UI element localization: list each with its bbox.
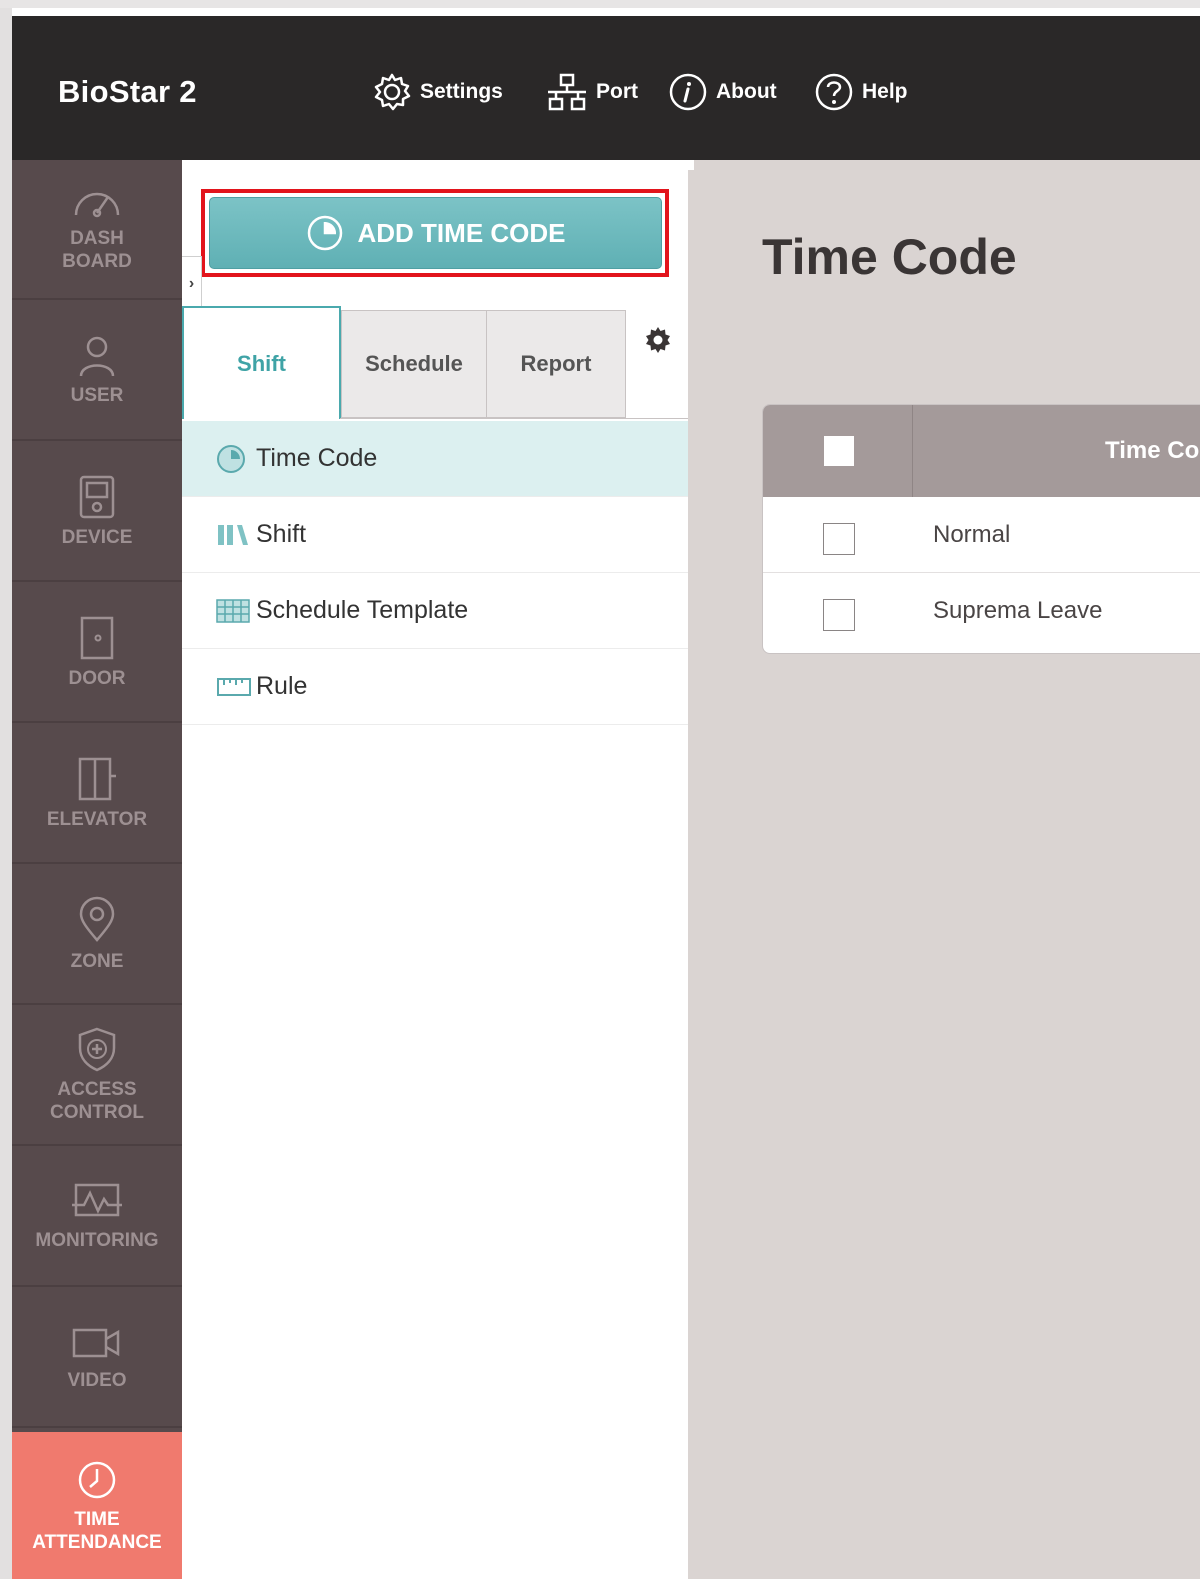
menu-label-schedule-template: Schedule Template <box>256 596 469 624</box>
header-check-cell <box>763 405 913 497</box>
menu-item-time-code[interactable]: Time Code <box>182 421 688 497</box>
help-link[interactable]: Help <box>814 72 908 112</box>
nav-label-dashboard: DASH BOARD <box>62 228 132 272</box>
nav-item-monitoring[interactable]: MONITORING <box>12 1147 182 1287</box>
gear-icon <box>646 327 670 353</box>
menu-label-shift: Shift <box>256 520 307 548</box>
location-pin-icon <box>79 896 115 942</box>
page-title: Time Code <box>762 229 1017 285</box>
top-header: BioStar 2 Settings Port About Help <box>12 16 1200 160</box>
tab-shift[interactable]: Shift <box>182 306 341 419</box>
help-label: Help <box>862 80 908 103</box>
nav-item-dashboard[interactable]: DASH BOARD <box>12 160 182 300</box>
row-name: Normal <box>933 521 1011 548</box>
help-icon <box>815 73 853 111</box>
elevator-icon <box>78 757 116 800</box>
tab-schedule[interactable]: Schedule <box>341 310 487 418</box>
settings-link[interactable]: Settings <box>372 72 503 112</box>
port-link[interactable]: Port <box>546 72 638 112</box>
schedule-template-icon <box>216 598 250 623</box>
main-corner <box>682 160 694 170</box>
time-code-icon <box>217 444 245 473</box>
nav-item-elevator[interactable]: ELEVATOR <box>12 724 182 864</box>
tab-shift-label: Shift <box>237 350 286 376</box>
tab-report[interactable]: Report <box>486 310 626 418</box>
nav-item-zone[interactable]: ZONE <box>12 865 182 1005</box>
table-header: Time Code <box>763 405 1200 497</box>
panel-settings-button[interactable] <box>644 326 672 359</box>
info-icon <box>669 73 707 111</box>
nav-item-door[interactable]: DOOR <box>12 583 182 723</box>
column-header-time-code[interactable]: Time Code <box>1105 437 1200 465</box>
user-icon <box>79 336 115 376</box>
nav-label-elevator: ELEVATOR <box>46 808 148 830</box>
clock-icon <box>78 1461 116 1498</box>
nav-item-device[interactable]: DEVICE <box>12 442 182 582</box>
add-time-code-button[interactable]: ADD TIME CODE <box>209 197 662 269</box>
network-icon <box>548 73 586 111</box>
shift-icon <box>218 524 248 545</box>
device-icon <box>79 475 115 518</box>
video-camera-icon <box>72 1328 120 1357</box>
nav-label-door: DOOR <box>68 667 126 689</box>
time-code-table: Time Code Normal Suprema Leave <box>762 404 1200 654</box>
door-icon <box>80 616 114 659</box>
select-all-checkbox[interactable] <box>824 436 854 466</box>
nav-label-zone: ZONE <box>70 950 124 972</box>
table-row[interactable]: Normal <box>763 497 1200 573</box>
nav-label-device: DEVICE <box>61 526 133 548</box>
nav-item-user[interactable]: USER <box>12 301 182 441</box>
row-checkbox[interactable] <box>823 599 855 631</box>
menu-label-time-code: Time Code <box>256 444 378 472</box>
nav-item-access-control[interactable]: ACCESS CONTROL <box>12 1006 182 1146</box>
main-nav-rail: DASH BOARD USER DEVICE DOOR ELEVATOR ZON… <box>12 160 182 1579</box>
window-left-border <box>0 8 12 1579</box>
port-label: Port <box>596 80 638 103</box>
monitor-pulse-icon <box>72 1183 122 1216</box>
table-row[interactable]: Suprema Leave <box>763 573 1200 649</box>
app-brand: BioStar 2 <box>58 74 197 109</box>
nav-label-monitoring: MONITORING <box>35 1229 159 1251</box>
ruler-icon <box>217 677 251 696</box>
row-name: Suprema Leave <box>933 597 1103 624</box>
tab-divider <box>340 418 688 419</box>
nav-label-user: USER <box>70 384 124 406</box>
about-link[interactable]: About <box>668 72 777 112</box>
tab-report-label: Report <box>520 351 592 376</box>
menu-item-rule[interactable]: Rule <box>182 649 688 725</box>
row-checkbox[interactable] <box>823 523 855 555</box>
menu-label-rule: Rule <box>256 672 308 700</box>
time-code-icon <box>307 215 342 251</box>
dashboard-gauge-icon <box>74 192 120 218</box>
nav-label-access-control: ACCESS CONTROL <box>50 1079 144 1123</box>
nav-label-video: VIDEO <box>67 1369 127 1391</box>
add-time-code-label: ADD TIME CODE <box>357 217 566 248</box>
shield-plus-icon <box>78 1027 116 1072</box>
about-label: About <box>716 80 777 103</box>
menu-item-schedule-template[interactable]: Schedule Template <box>182 573 688 649</box>
panel-collapse-toggle[interactable]: › <box>182 256 202 312</box>
menu-item-shift[interactable]: Shift <box>182 497 688 573</box>
main-content <box>688 160 1200 1579</box>
nav-item-time-attendance[interactable]: TIME ATTENDANCE <box>12 1432 182 1579</box>
settings-label: Settings <box>420 80 503 103</box>
gear-icon <box>374 73 411 111</box>
tab-schedule-label: Schedule <box>365 351 463 376</box>
nav-label-time-attendance: TIME ATTENDANCE <box>32 1508 162 1553</box>
window-top-border <box>0 0 1200 8</box>
nav-item-video[interactable]: VIDEO <box>12 1288 182 1428</box>
